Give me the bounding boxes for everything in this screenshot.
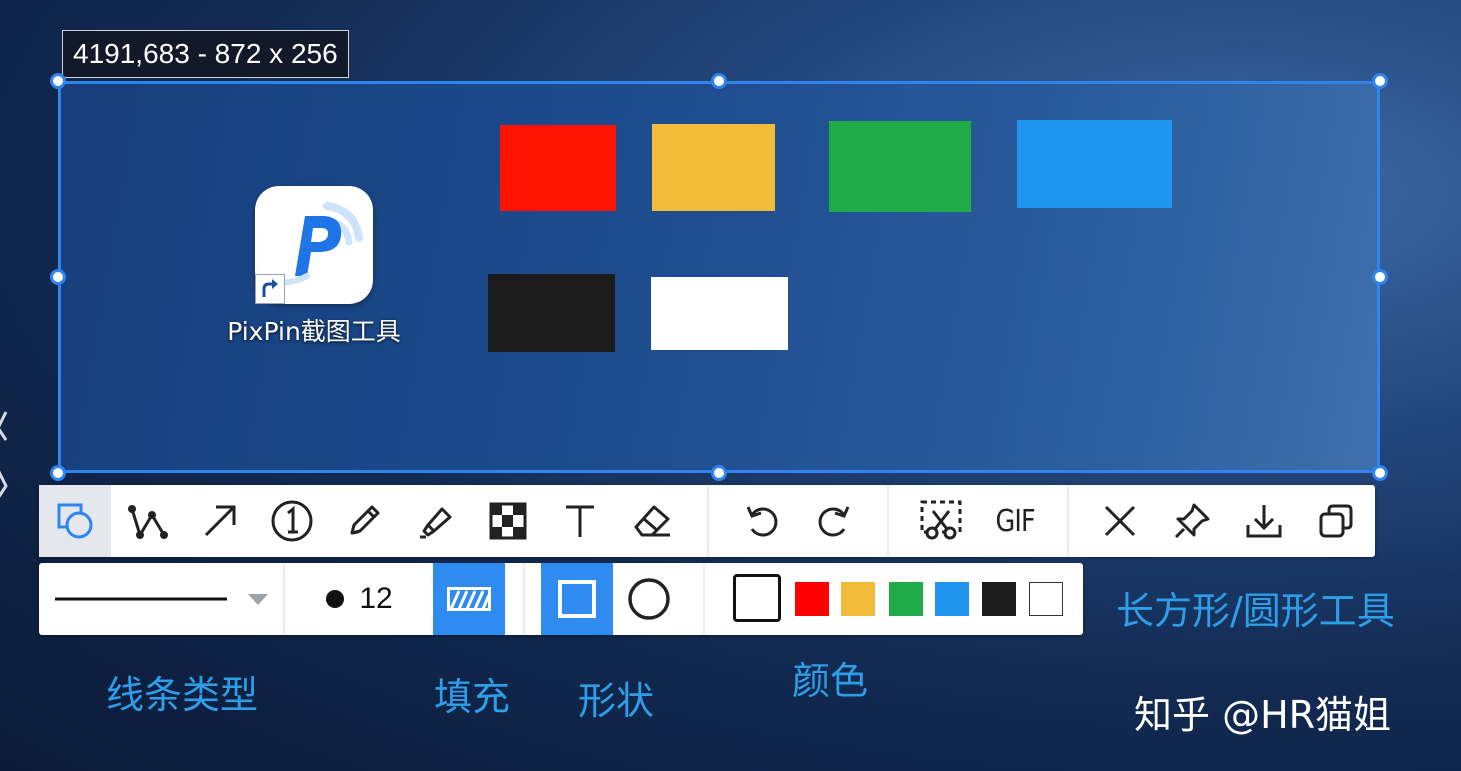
line-size-control[interactable]: 12 [285, 563, 433, 635]
white-block [651, 277, 788, 350]
rectangle-shape-button[interactable] [541, 563, 613, 635]
chevron-down-icon [248, 594, 268, 605]
toolbar-divider [1067, 485, 1069, 557]
line-type-dropdown[interactable] [39, 563, 283, 635]
properties-toolbar: 12 [39, 563, 1083, 635]
watermark: 知乎 @HR猫姐 [1134, 693, 1392, 737]
undo-icon [746, 506, 778, 537]
shortcut-arrow-icon [255, 274, 285, 304]
eraser-tool-button[interactable] [617, 485, 687, 557]
toolbar-divider [703, 563, 705, 635]
fill-toggle-button[interactable] [433, 563, 505, 635]
pin-icon [1174, 503, 1210, 539]
toolbar-divider [887, 485, 889, 557]
line-size-value: 12 [359, 582, 393, 615]
color-swatch-yellow[interactable] [841, 582, 875, 616]
undo-button[interactable] [727, 485, 797, 557]
color-swatch-white-selected[interactable] [733, 574, 781, 622]
polyline-icon [128, 505, 168, 539]
scissors-icon [920, 500, 962, 540]
shape-icon [57, 503, 93, 539]
highlighter-tool-button[interactable] [401, 485, 471, 557]
resize-handle-top-center[interactable] [711, 73, 727, 89]
pin-button[interactable] [1157, 485, 1227, 557]
caption-line-type: 线条类型 [106, 673, 259, 717]
blue-block [1017, 120, 1172, 208]
resize-handle-middle-left[interactable] [50, 269, 66, 285]
download-icon [1246, 505, 1282, 538]
number-marker-tool-button[interactable] [257, 485, 327, 557]
mosaic-tool-button[interactable] [473, 485, 543, 557]
arrow-icon [204, 505, 236, 537]
text-icon [566, 505, 594, 537]
download-button[interactable] [1229, 485, 1299, 557]
color-swatch-red[interactable] [795, 582, 829, 616]
circle-shape-button[interactable] [613, 563, 685, 635]
caption-tool-name: 长方形/圆形工具 [1116, 589, 1395, 633]
desktop-icon-label: PixPin截图工具 [227, 317, 401, 346]
green-block [829, 121, 971, 212]
resize-handle-bottom-left[interactable] [50, 465, 66, 481]
eraser-icon [634, 505, 670, 537]
caption-shape: 形状 [578, 679, 655, 723]
copy-icon [1319, 504, 1353, 538]
polyline-tool-button[interactable] [113, 485, 183, 557]
number-marker-icon [271, 500, 313, 542]
gif-button[interactable]: GIF [979, 485, 1051, 557]
resize-handle-bottom-right[interactable] [1372, 465, 1388, 481]
close-button[interactable] [1085, 485, 1155, 557]
color-swatch-blue[interactable] [935, 582, 969, 616]
square-icon [558, 580, 596, 618]
black-block [488, 274, 615, 352]
redo-icon [818, 506, 850, 537]
color-swatch-black[interactable] [982, 582, 1016, 616]
dot-icon [326, 590, 345, 608]
color-swatch-green[interactable] [889, 582, 923, 616]
resize-handle-middle-right[interactable] [1372, 269, 1388, 285]
yellow-block [652, 124, 775, 211]
edge-cursor-mark [0, 411, 8, 498]
line-type-preview [55, 597, 227, 601]
resize-handle-top-right[interactable] [1372, 73, 1388, 89]
toolbar-divider [707, 485, 709, 557]
close-icon [1104, 505, 1136, 537]
toolbar-divider [523, 563, 525, 635]
redo-button[interactable] [799, 485, 869, 557]
main-toolbar: GIF [39, 485, 1375, 557]
resize-handle-bottom-center[interactable] [711, 465, 727, 481]
mosaic-icon [489, 502, 527, 540]
red-block [500, 125, 616, 211]
caption-fill: 填充 [434, 675, 511, 719]
pixpin-app-icon [255, 186, 373, 304]
circle-icon [628, 578, 670, 620]
text-tool-button[interactable] [545, 485, 615, 557]
pencil-tool-button[interactable] [329, 485, 399, 557]
copy-button[interactable] [1301, 485, 1371, 557]
coordinate-readout: 4191,683 - 872 x 256 [62, 30, 349, 78]
desktop-shortcut[interactable]: PixPin截图工具 [226, 186, 402, 350]
shape-tool-button[interactable] [39, 485, 111, 557]
hatch-fill-icon [447, 587, 491, 611]
caption-color: 颜色 [792, 659, 869, 703]
pencil-icon [350, 505, 380, 535]
gif-icon: GIF [995, 503, 1035, 539]
resize-handle-top-left[interactable] [50, 73, 66, 89]
arrow-tool-button[interactable] [185, 485, 255, 557]
scissors-button[interactable] [905, 485, 977, 557]
color-swatch-white[interactable] [1029, 582, 1063, 616]
highlighter-icon [420, 507, 452, 539]
